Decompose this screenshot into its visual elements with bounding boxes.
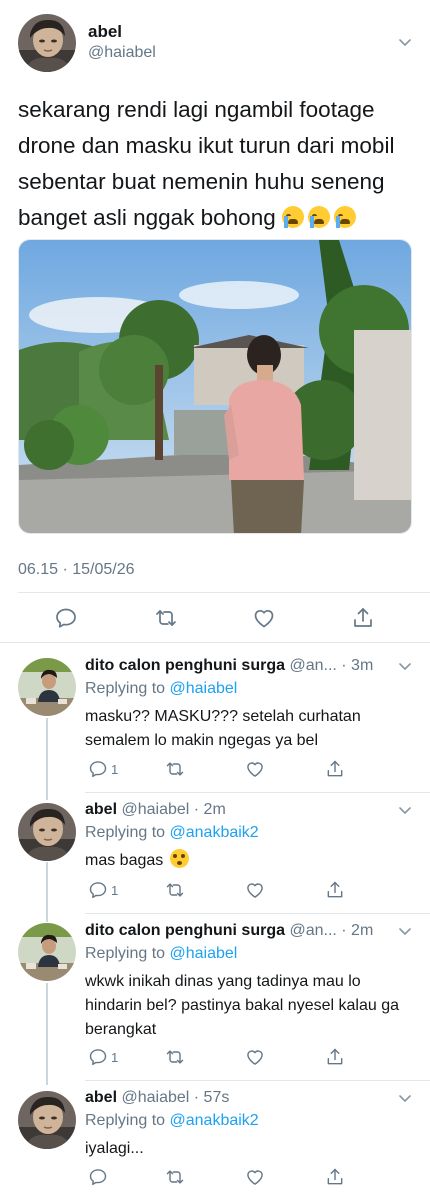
reply-icon — [88, 1167, 108, 1187]
like-icon[interactable] — [245, 1047, 265, 1067]
reply-header: abel @haiabel · 2m — [85, 801, 226, 819]
replying-to: Replying to @anakbaik2 — [85, 824, 259, 842]
reply-icon[interactable] — [54, 606, 78, 630]
loudly-crying-face-icon — [333, 206, 356, 228]
replying-to: Replying to @haiabel — [85, 680, 237, 698]
replying-to-prefix: Replying to — [85, 824, 166, 841]
replying-to-prefix: Replying to — [85, 945, 166, 962]
reply-text-body: mas bagas — [85, 852, 164, 869]
reply-button[interactable]: 1 — [88, 1047, 118, 1067]
thread-line — [46, 718, 48, 800]
reply-text: mas bagas — [85, 849, 405, 873]
replying-to-link[interactable]: @anakbaik2 — [170, 1112, 259, 1129]
tweet-text: sekarang rendi lagi ngambil footage dron… — [18, 92, 418, 236]
avatar[interactable] — [18, 803, 76, 861]
replying-to: Replying to @haiabel — [85, 945, 237, 963]
reply-time: · 2m — [341, 922, 374, 939]
thread-line — [46, 862, 48, 922]
thread-line — [46, 983, 48, 1085]
chevron-down-icon[interactable] — [399, 39, 411, 47]
replying-to-prefix: Replying to — [85, 680, 166, 697]
reply-time: · 3m — [341, 657, 374, 674]
reply-text: iyalagi... — [85, 1140, 144, 1157]
reply-header: abel @haiabel · 57s — [85, 1089, 229, 1107]
divider — [85, 913, 430, 914]
replying-to: Replying to @anakbaik2 — [85, 1112, 259, 1130]
avatar[interactable] — [18, 658, 76, 716]
reply-count: 1 — [111, 1049, 119, 1065]
reply-text: masku?? MASKU??? setelah curhatan semale… — [85, 708, 361, 749]
reply-button[interactable] — [88, 1167, 111, 1187]
retweet-icon[interactable] — [165, 1047, 185, 1067]
chevron-down-icon[interactable] — [399, 1095, 411, 1103]
reply-icon — [88, 759, 108, 779]
share-icon[interactable] — [325, 1047, 345, 1067]
replying-to-link[interactable]: @anakbaik2 — [170, 824, 259, 841]
divider — [18, 592, 430, 593]
reply-count: 1 — [111, 761, 119, 777]
handle[interactable]: @an... — [289, 657, 336, 674]
like-icon[interactable] — [245, 759, 265, 779]
retweet-icon[interactable] — [154, 606, 178, 630]
share-icon[interactable] — [325, 759, 345, 779]
reply-button[interactable]: 1 — [88, 759, 118, 779]
tweet-photo[interactable] — [18, 239, 412, 534]
like-icon[interactable] — [245, 1167, 265, 1187]
chevron-down-icon[interactable] — [399, 807, 411, 815]
reply-count: 1 — [111, 882, 119, 898]
chevron-down-icon[interactable] — [399, 928, 411, 936]
reply-text: wkwk inikah dinas yang tadinya mau lo hi… — [85, 973, 399, 1038]
share-icon[interactable] — [325, 1167, 345, 1187]
flushed-face-icon — [169, 849, 189, 868]
display-name[interactable]: dito calon penghuni surga — [85, 922, 285, 939]
display-name[interactable]: abel — [85, 1089, 117, 1106]
replying-to-link[interactable]: @haiabel — [170, 945, 238, 962]
reply-time: · 2m — [193, 801, 226, 818]
chevron-down-icon[interactable] — [399, 663, 411, 671]
replying-to-link[interactable]: @haiabel — [170, 680, 238, 697]
loudly-crying-face-icon — [281, 206, 304, 228]
retweet-icon[interactable] — [165, 880, 185, 900]
divider — [0, 642, 430, 643]
share-icon[interactable] — [325, 880, 345, 900]
avatar[interactable] — [18, 1091, 76, 1149]
display-name[interactable]: abel — [85, 801, 117, 818]
handle[interactable]: @haiabel — [121, 1089, 189, 1106]
share-icon[interactable] — [351, 606, 375, 630]
like-icon[interactable] — [245, 880, 265, 900]
handle[interactable]: @an... — [289, 922, 336, 939]
reply-icon — [88, 1047, 108, 1067]
replying-to-prefix: Replying to — [85, 1112, 166, 1129]
retweet-icon[interactable] — [165, 759, 185, 779]
divider — [85, 792, 430, 793]
reply-time: · 57s — [193, 1089, 230, 1106]
handle[interactable]: @haiabel — [121, 801, 189, 818]
reply-icon — [88, 880, 108, 900]
divider — [85, 1080, 430, 1081]
display-name[interactable]: abel — [88, 22, 122, 42]
avatar[interactable] — [18, 923, 76, 981]
like-icon[interactable] — [252, 606, 276, 630]
avatar[interactable] — [18, 14, 76, 72]
reply-header: dito calon penghuni surga @an... · 2m — [85, 922, 373, 940]
handle[interactable]: @haiabel — [88, 44, 156, 62]
retweet-icon[interactable] — [165, 1167, 185, 1187]
reply-button[interactable]: 1 — [88, 880, 118, 900]
loudly-crying-face-icon — [307, 206, 330, 228]
reply-header: dito calon penghuni surga @an... · 3m — [85, 657, 373, 675]
tweet-timestamp[interactable]: 06.15 · 15/05/26 — [18, 561, 135, 579]
display-name[interactable]: dito calon penghuni surga — [85, 657, 285, 674]
